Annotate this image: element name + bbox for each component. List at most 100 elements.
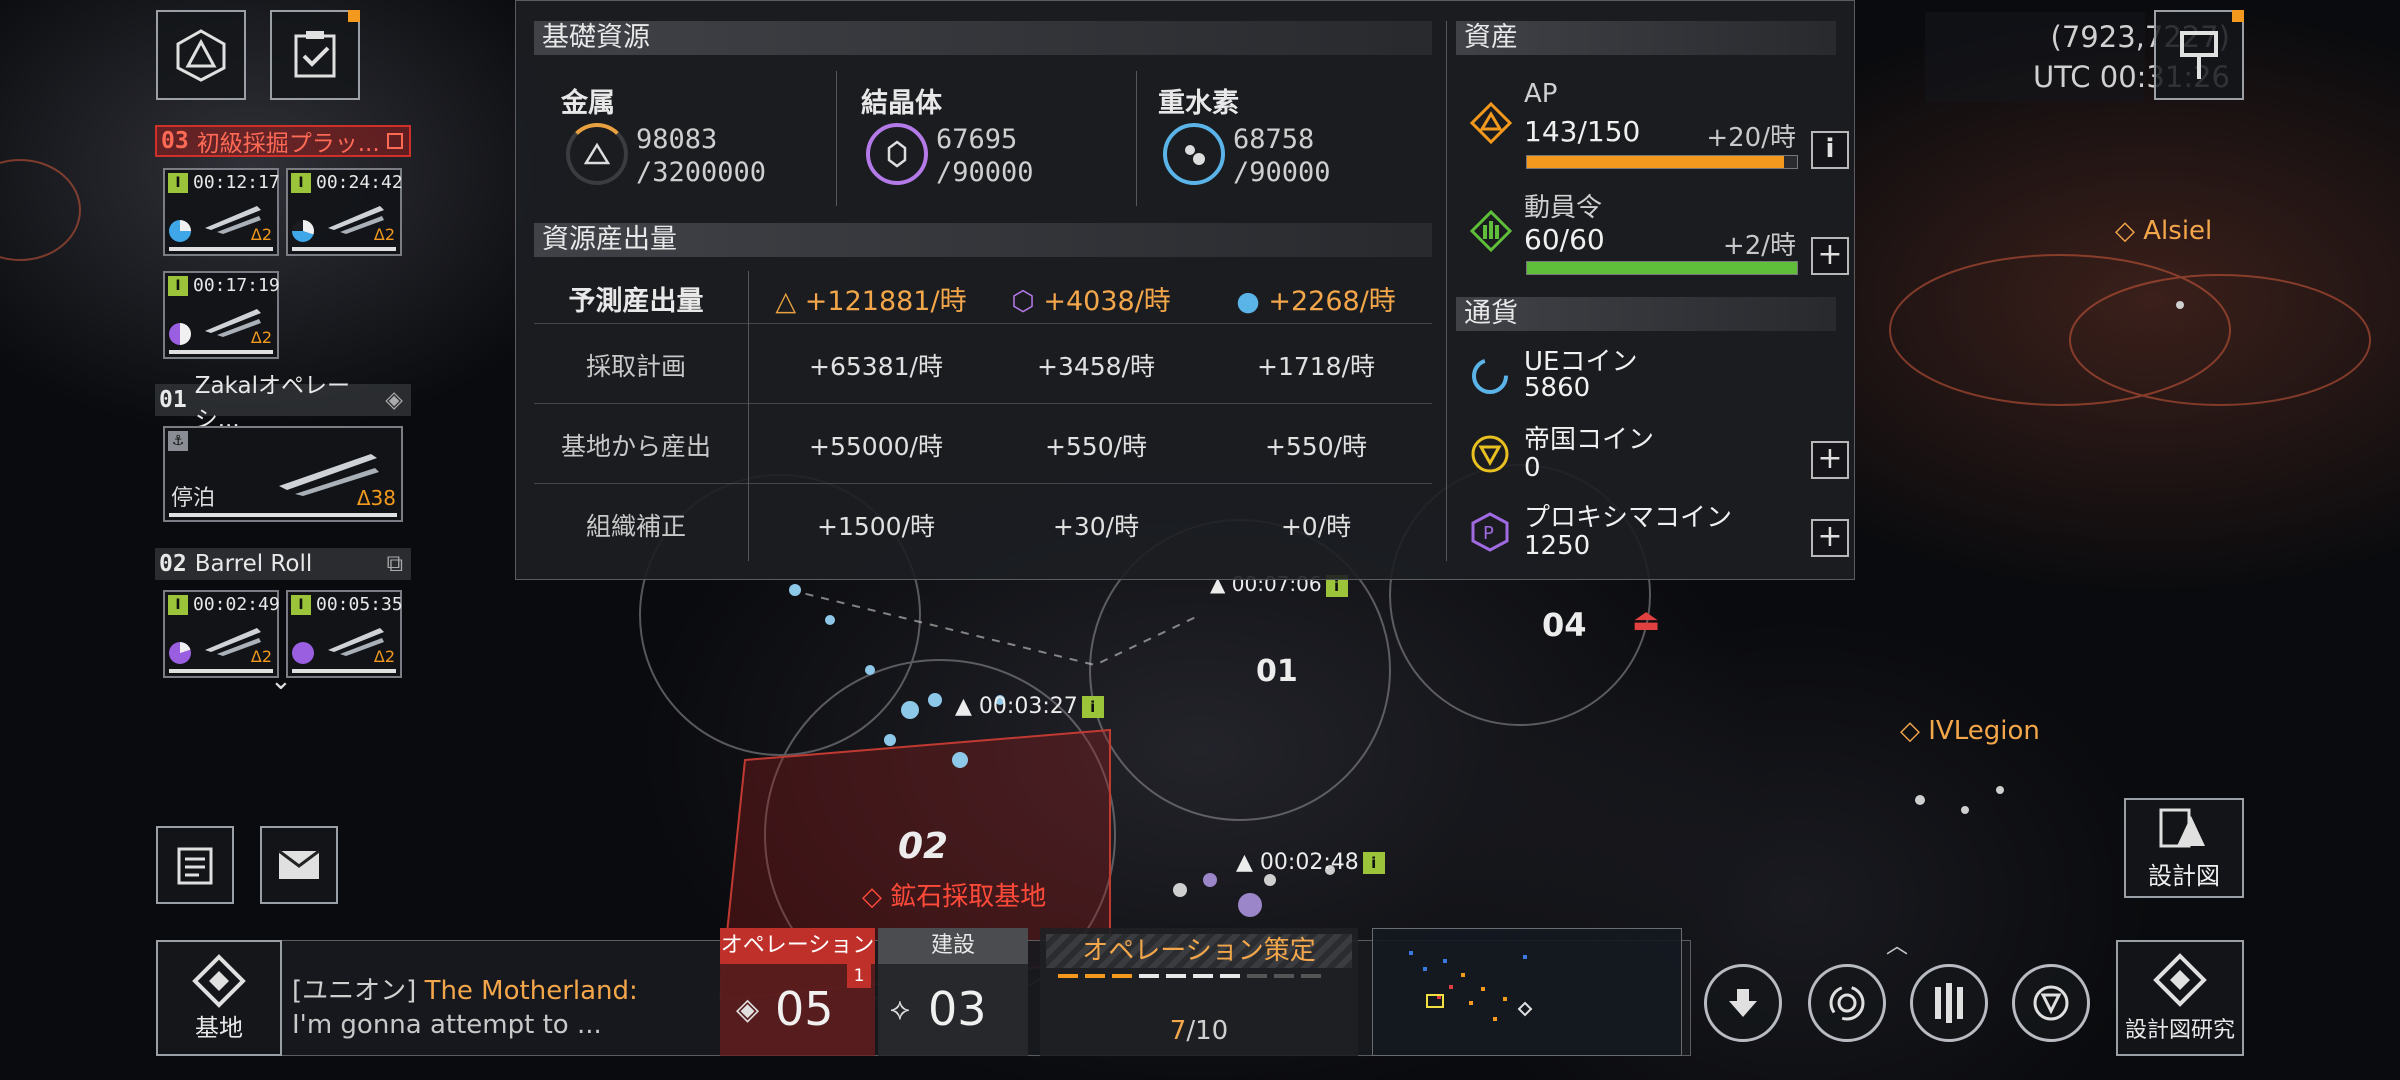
ship-card[interactable]: I 00:12:17 Δ2 — [163, 168, 280, 256]
fleet-number: 03 — [161, 128, 189, 154]
galaxy-button[interactable] — [1808, 964, 1886, 1042]
faction-button[interactable] — [156, 10, 246, 100]
build-icon: ⟡ — [890, 992, 910, 1027]
chevron-down-icon[interactable]: ⌄ — [270, 666, 292, 696]
timer-b-badge: i — [1362, 852, 1385, 874]
mobilization-value: 60/60 — [1524, 223, 1605, 256]
ship-timer: 00:02:49 — [193, 594, 280, 615]
divider — [1446, 21, 1447, 561]
alsiel-name: Alsiel — [2143, 216, 2213, 246]
ship-timer: 00:17:19 — [193, 275, 280, 296]
ship-card[interactable]: I 00:02:49 Δ2 — [163, 590, 280, 678]
tab-operation[interactable]: オペレーション — [720, 928, 875, 964]
resource-panel: 基礎資源 金属 98083 /3200000 結晶体 67695 /90000 … — [515, 0, 1855, 580]
diamond-icon: ◈ — [385, 387, 403, 413]
zone-label-04[interactable]: 04 — [1542, 606, 1587, 644]
map-timer-b[interactable]: ▲ 00:02:48 i — [1236, 850, 1385, 875]
map-label-alsiel[interactable]: ◇ Alsiel — [2115, 216, 2212, 246]
output-row-label: 組織補正 — [585, 512, 686, 541]
ship-hp-bar — [169, 350, 273, 354]
proxima-coin-icon: P — [1469, 511, 1511, 557]
ship-level: Δ2 — [250, 647, 272, 666]
map-timer-a[interactable]: ▲ 00:03:27 i — [955, 694, 1104, 719]
bookmark-button[interactable] — [2154, 10, 2244, 100]
research-icon — [2153, 953, 2207, 1007]
base-button[interactable]: 基地 — [156, 940, 282, 1056]
progress-pie — [169, 220, 191, 242]
crystal-max: /90000 — [936, 157, 1034, 188]
fleet-number: 01 — [159, 387, 187, 413]
zone-label-01[interactable]: 01 — [1256, 654, 1298, 689]
mail-button[interactable] — [260, 826, 338, 904]
chat-channel: [ユニオン] — [292, 976, 417, 1006]
add-proxima-coin-button[interactable]: + — [1811, 519, 1849, 557]
deuterium-icon — [1185, 145, 1205, 165]
notification-dot — [2232, 10, 2244, 22]
blueprint-research-button[interactable]: 設計図研究 — [2116, 940, 2244, 1056]
map-label-ore-base[interactable]: ◇ 鉱石採取基地 — [862, 876, 1046, 913]
ship-card[interactable]: I 00:17:19 Δ2 — [163, 271, 280, 359]
blueprint-button[interactable]: 設計図 — [2124, 798, 2244, 898]
basic-resources-title: 基礎資源 — [534, 21, 1432, 55]
alliance-button[interactable] — [2012, 964, 2090, 1042]
planning-segment — [1166, 974, 1186, 978]
minimap[interactable] — [1372, 928, 1682, 1056]
divider — [1136, 71, 1137, 206]
ship-timer: 00:24:42 — [316, 172, 403, 193]
ship-timer: 00:05:35 — [316, 594, 403, 615]
chat-sender: The Motherland: — [424, 976, 638, 1006]
progress-pie — [292, 220, 314, 242]
empire-coin-icon — [1469, 433, 1511, 479]
fleet-icon — [1935, 983, 1963, 1023]
missions-button[interactable] — [156, 826, 234, 904]
build-count: 03 — [928, 982, 987, 1036]
hostile-marker-icon[interactable]: ⏏ — [1632, 603, 1660, 638]
output-metal: +121881/時 — [804, 286, 967, 317]
fleet-header-03[interactable]: 03 初級採掘プラッ... — [155, 125, 411, 157]
flag-icon — [2180, 31, 2218, 79]
output-deuterium: +550/時 — [1264, 432, 1368, 461]
fleet-header-01[interactable]: 01 Zakalオペレーシ... ◈ — [155, 373, 411, 433]
add-mobilization-button[interactable]: + — [1811, 237, 1849, 275]
build-count-box[interactable]: ⟡ 03 — [878, 964, 1028, 1056]
timer-a-text: 00:03:27 — [978, 694, 1078, 719]
dock-button[interactable] — [1704, 964, 1782, 1042]
metal-ring — [566, 123, 628, 185]
crystal-ring — [866, 123, 928, 185]
tab-build[interactable]: 建設 — [878, 928, 1028, 964]
triangle-hex-icon — [176, 29, 226, 82]
fleet-button[interactable] — [1910, 964, 1988, 1042]
metal-label: 金属 — [561, 88, 615, 119]
planning-segment — [1193, 974, 1213, 978]
planning-total: /10 — [1186, 1016, 1229, 1046]
blueprint-icon — [2159, 808, 2205, 847]
chevron-up-icon[interactable]: ︿ — [1886, 928, 1908, 960]
chat-message[interactable]: I'm gonna attempt to ... — [292, 1010, 602, 1040]
output-deuterium-cell: ● +2268/時 — [1206, 279, 1426, 318]
fleet-hp-bar — [169, 513, 397, 517]
tasks-button[interactable] — [270, 10, 360, 100]
fleet-number: 02 — [159, 551, 187, 577]
chat-line[interactable]: [ユニオン] The Motherland: — [292, 970, 638, 1007]
fleet-header-02[interactable]: 02 Barrel Roll ⧉ — [155, 548, 411, 580]
fleet-name: 初級採掘プラッ... — [196, 131, 380, 157]
info-button[interactable]: i — [1811, 131, 1849, 169]
alliance-icon — [2033, 985, 2069, 1021]
ship-type-badge: I — [291, 173, 311, 193]
ship-card[interactable]: I 00:24:42 Δ2 — [286, 168, 403, 256]
currency-title: 通貨 — [1456, 297, 1836, 331]
output-metal: +65381/時 — [809, 352, 943, 381]
minimap-dots — [1409, 951, 1533, 1021]
operation-planning[interactable]: オペレーション策定 7/10 — [1040, 928, 1358, 1056]
fleet-docked-card[interactable]: ⚓ 停泊 Δ38 — [163, 426, 403, 522]
add-empire-coin-button[interactable]: + — [1811, 441, 1849, 479]
timer-b-text: 00:02:48 — [1259, 850, 1359, 875]
zone-label-02[interactable]: 02 — [898, 826, 948, 867]
ship-card[interactable]: I 00:05:35 Δ2 — [286, 590, 403, 678]
ship-type-badge: I — [168, 595, 188, 615]
operation-count-box[interactable]: ◈ 05 1 — [720, 964, 875, 1056]
map-label-ivlegion[interactable]: ◇ IVLegion — [1900, 716, 2040, 746]
ap-bar — [1526, 155, 1798, 169]
ship-type-badge: I — [168, 276, 188, 296]
metal-max: /3200000 — [636, 157, 767, 188]
